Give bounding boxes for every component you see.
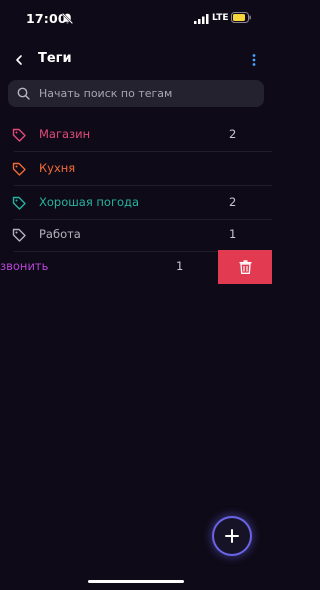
- tag-row[interactable]: Кухня: [0, 152, 272, 186]
- add-tag-button[interactable]: [214, 518, 250, 554]
- tag-icon: [12, 228, 26, 242]
- tag-count: 2: [229, 127, 237, 141]
- tag-count: 2: [229, 195, 237, 209]
- tag-row-swiped[interactable]: звонить 1: [0, 250, 272, 284]
- signal-icon: [194, 14, 209, 24]
- more-vertical-icon[interactable]: [249, 52, 259, 68]
- search-icon: [17, 87, 30, 100]
- tag-row[interactable]: Хорошая погода 2: [0, 186, 272, 220]
- delete-button[interactable]: [218, 250, 272, 284]
- tag-row[interactable]: Магазин 2: [0, 118, 272, 152]
- trash-icon: [239, 260, 251, 274]
- network-label: LTE: [212, 13, 229, 23]
- search-placeholder: Начать поиск по тегам: [39, 87, 173, 100]
- status-bar: 17:00 LTE: [0, 0, 272, 38]
- tag-icon: [12, 196, 26, 210]
- tag-name: звонить: [0, 259, 49, 273]
- tag-name: Хорошая погода: [39, 195, 140, 209]
- tag-name: Работа: [39, 227, 81, 241]
- tag-count: 1: [176, 259, 184, 273]
- tag-icon: [12, 128, 26, 142]
- tag-count: 1: [229, 227, 237, 241]
- tag-row[interactable]: Работа 1: [0, 218, 272, 252]
- chevron-left-icon[interactable]: [12, 52, 26, 68]
- plus-icon: [225, 529, 239, 543]
- tag-name: Магазин: [39, 127, 91, 141]
- page-title: Теги: [38, 51, 72, 66]
- tag-icon: [12, 162, 26, 176]
- tag-name: Кухня: [39, 161, 76, 175]
- search-input[interactable]: Начать поиск по тегам: [8, 80, 264, 107]
- bell-off-icon: [61, 12, 74, 25]
- battery-icon: [231, 12, 251, 23]
- home-indicator[interactable]: [88, 580, 184, 583]
